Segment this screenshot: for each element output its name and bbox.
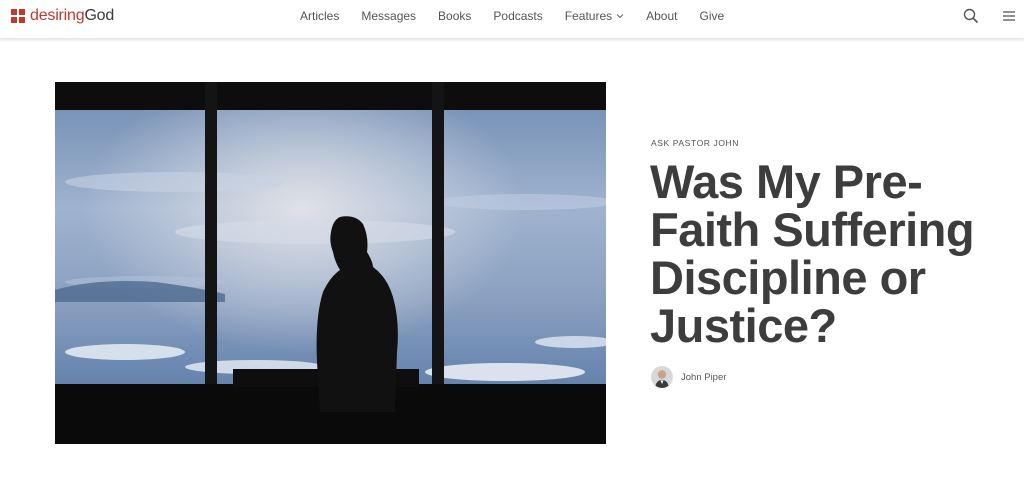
author-avatar-icon [651, 366, 673, 388]
article-kicker[interactable]: Ask Pastor John [651, 138, 739, 148]
logo-mark-icon [10, 8, 26, 24]
hero-image [55, 82, 606, 444]
nav-features-label: Features [564, 9, 613, 23]
logo-text-desiring: desiring [30, 7, 85, 24]
nav-features[interactable]: Features [565, 9, 624, 23]
nav-books[interactable]: Books [438, 9, 471, 23]
site-logo[interactable]: desiringGod [10, 6, 114, 26]
author-byline[interactable]: John Piper [651, 366, 726, 388]
nav-articles[interactable]: Articles [300, 9, 339, 23]
nav-podcasts[interactable]: Podcasts [493, 9, 542, 23]
nav-messages[interactable]: Messages [361, 9, 416, 23]
logo-text-god: God [84, 7, 115, 24]
hero-photo-silhouette [55, 82, 606, 444]
chevron-down-icon [616, 14, 624, 19]
logo-text: desiringGod [30, 7, 114, 25]
author-name: John Piper [681, 371, 727, 383]
site-header: desiringGod Articles Messages Books Podc… [0, 0, 1024, 39]
nav-give[interactable]: Give [699, 9, 724, 23]
nav-about[interactable]: About [646, 9, 677, 23]
main-nav: Articles Messages Books Podcasts Feature… [300, 0, 746, 32]
search-icon[interactable] [962, 7, 980, 25]
article-title[interactable]: Was My Pre-Faith Suffering Discipline or… [650, 158, 990, 350]
avatar [651, 366, 673, 388]
hamburger-menu-icon[interactable] [1000, 7, 1018, 25]
